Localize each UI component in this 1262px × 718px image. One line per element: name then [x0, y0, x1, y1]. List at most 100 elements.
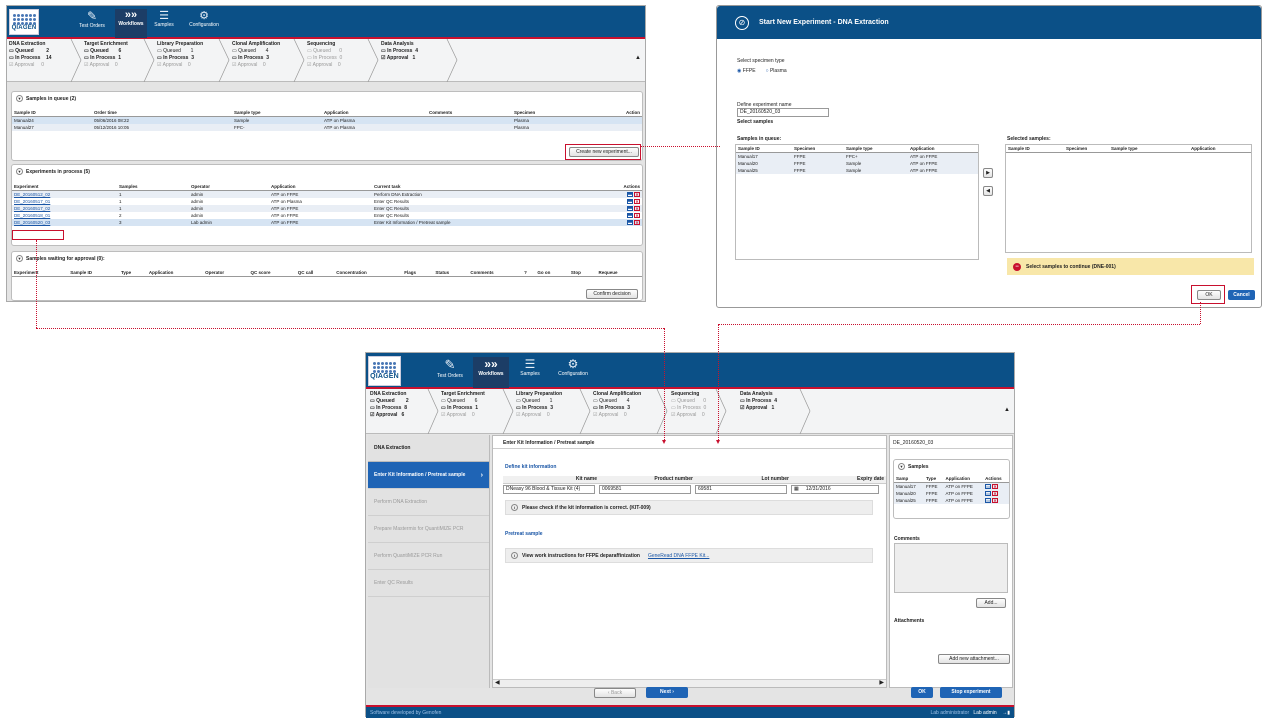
collapse-arrow-icon[interactable]: ▲	[1004, 407, 1010, 413]
stop-experiment-button[interactable]: Stop experiment	[940, 687, 1002, 698]
delete-icon[interactable]: ✕	[992, 491, 999, 496]
cancel-button[interactable]: Cancel	[1228, 290, 1255, 300]
delete-icon[interactable]: ✕	[634, 213, 640, 218]
sidebar-item-enter-kit[interactable]: Enter Kit Information / Pretreat sample ›	[368, 462, 489, 489]
list-item[interactable]: Manual20 FFPE Sample ATP on FFPE	[736, 160, 978, 167]
view-icon[interactable]: ▭	[985, 491, 992, 496]
specimen-label: Select specimen type	[737, 58, 785, 64]
table-row[interactable]: DE_20160517_02 1 admin ATP on FFPE Enter QC …	[12, 205, 642, 212]
nav-samples[interactable]: ☰ Samples	[149, 9, 179, 38]
workflows-icon: »»	[484, 357, 498, 371]
sidebar-item-perform-pcr[interactable]: Perform QuantiMIZE PCR Run	[368, 543, 489, 570]
collapse-icon[interactable]: ▼	[16, 95, 23, 102]
nav-test-orders[interactable]: ✎ Test Orders	[72, 9, 112, 38]
table-row[interactable]: DE_20160520_03 3 Lab admin ATP on FFPE Enter…	[12, 219, 642, 226]
table-row[interactable]: Manual27 05/12/2016 10:05 FPC- ATP on Plasm…	[12, 124, 642, 131]
table-row[interactable]: Manual25 FFPE ATP on FFPE ▭ ✕	[894, 497, 1009, 504]
samples-approval-panel: ▼ Samples waiting for approval (0): Exper…	[11, 251, 643, 301]
logout-icon[interactable]: →▮	[1002, 710, 1010, 716]
experiment-link[interactable]: DE_20160517_02	[14, 206, 50, 211]
attachments-label: Attachments	[894, 618, 925, 624]
list-item[interactable]: Manual25 FFPE Sample ATP on FFPE	[736, 167, 978, 174]
select-samples-label: Select samples	[737, 119, 774, 125]
nav-samples[interactable]: ☰ Samples	[514, 357, 546, 388]
table-row[interactable]: Manual20 FFPE ATP on FFPE ▭ ✕	[894, 490, 1009, 497]
table-row[interactable]: Manual24 05/06/2016 08:22 Sample ATP on Pla…	[12, 116, 642, 124]
folder-icon[interactable]: ▬	[627, 199, 633, 204]
radio-ffpe[interactable]: ◉ FFPE	[737, 68, 756, 74]
experiment-link[interactable]: DE_20160518_01	[14, 213, 50, 218]
generead-link[interactable]: GeneRead DNA FFPE Kit...	[648, 553, 709, 559]
nav-test-orders[interactable]: ✎ Test Orders	[430, 357, 470, 388]
collapse-icon[interactable]: ▼	[898, 463, 905, 470]
list-item[interactable]: Manual17 FFPE FPC+ ATP on FFPE	[736, 152, 978, 160]
lot-number-input[interactable]: 69581	[695, 485, 787, 494]
samples-icon: ☰	[524, 357, 536, 371]
qiagen-logo: QIAGEN	[368, 356, 401, 386]
experiment-link[interactable]: DE_20160517_01	[14, 199, 50, 204]
delete-icon[interactable]: ✕	[634, 199, 640, 204]
collapse-icon[interactable]: ▼	[16, 255, 23, 262]
highlight-experiment	[12, 230, 64, 240]
footer-role: Lab administrator	[930, 709, 970, 716]
sidebar-item-prepare-mastermix[interactable]: Prepare Mastermix for QuantiMIZE PCR	[368, 516, 489, 543]
ok-button[interactable]: OK	[911, 687, 933, 698]
dialog-header: ⊘ Start New Experiment - DNA Extraction	[717, 6, 1261, 39]
add-attachment-button[interactable]: Add new attachment...	[938, 654, 1010, 664]
delete-icon[interactable]: ✕	[992, 498, 999, 503]
main-panel: Enter Kit Information / Pretreat sample …	[492, 435, 887, 688]
collapse-arrow-icon[interactable]: ▲	[635, 55, 641, 61]
sidebar-item-perform-extraction[interactable]: Perform DNA Extraction	[368, 489, 489, 516]
nav-workflows[interactable]: »» Workflows	[115, 9, 147, 38]
folder-icon[interactable]: ▬	[627, 220, 633, 225]
info-icon: i	[511, 504, 518, 511]
back-button[interactable]: ‹ Back	[594, 688, 636, 698]
nav-configuration[interactable]: ⚙ Configuration	[550, 357, 596, 388]
horizontal-scrollbar[interactable]: ◀ ▶	[493, 679, 886, 687]
workflows-icon: »»	[124, 9, 138, 21]
product-number-input[interactable]: 0069581	[599, 485, 691, 494]
next-button[interactable]: Next ›	[646, 687, 688, 698]
move-left-button[interactable]: ◀	[983, 186, 993, 196]
experiment-link[interactable]: DE_20160512_02	[14, 192, 50, 197]
radio-plasma[interactable]: ○ Plasma	[766, 68, 787, 74]
delete-icon[interactable]: ✕	[634, 206, 640, 211]
folder-icon[interactable]: ▬	[627, 192, 633, 197]
gears-icon: ⚙	[199, 10, 209, 22]
table-row[interactable]: Manual17 FFPE ATP on FFPE ▭ ✕	[894, 482, 1009, 490]
connector-ok-horizontal	[718, 324, 1200, 325]
task-header: Enter Kit Information / Pretreat sample	[493, 436, 886, 449]
move-right-button[interactable]: ▶	[983, 168, 993, 178]
samples-box: ▼ Samples Samp Type Application Actions Manu…	[893, 459, 1010, 519]
view-icon[interactable]: ▭	[985, 484, 992, 489]
add-comment-button[interactable]: Add...	[976, 598, 1006, 608]
sidebar-item-enter-qc[interactable]: Enter QC Results	[368, 570, 489, 597]
clipboard-icon: ✎	[86, 9, 98, 23]
nav-workflows[interactable]: »» Workflows	[473, 357, 509, 388]
experiment-name-input[interactable]: DE_20160520_03	[737, 108, 829, 117]
view-icon[interactable]: ▭	[985, 498, 992, 503]
comments-label: Comments	[894, 536, 920, 542]
expiry-date-input[interactable]: ▦ 12/31/2016	[791, 485, 879, 494]
workflow-detail-screen: QIAGEN ✎ Test Orders »» Workflows ☰ Samples…	[365, 352, 1015, 718]
new-experiment-dialog: ⊘ Start New Experiment - DNA Extraction …	[716, 5, 1262, 308]
experiment-link[interactable]: DE_20160520_03	[14, 220, 50, 225]
folder-icon[interactable]: ▬	[627, 206, 633, 211]
table-row[interactable]: DE_20160517_01 1 admin ATP on Plasma Enter Q…	[12, 198, 642, 205]
comments-textarea[interactable]	[894, 543, 1008, 593]
delete-icon[interactable]: ✕	[634, 220, 640, 225]
table-row[interactable]: DE_20160518_01 2 admin ATP on FFPE Enter QC …	[12, 212, 642, 219]
connector-create-to-dialog	[640, 146, 720, 147]
folder-icon[interactable]: ▬	[627, 213, 633, 218]
calendar-icon[interactable]: ▦	[794, 486, 799, 492]
collapse-icon[interactable]: ▼	[16, 168, 23, 175]
queue-title: Samples in queue (2)	[26, 95, 77, 102]
delete-icon[interactable]: ✕	[992, 484, 999, 489]
warning-banner: − Select samples to continue (DNE-001)	[1007, 258, 1254, 275]
nav-configuration[interactable]: ⚙ Configuration	[183, 9, 225, 38]
delete-icon[interactable]: ✕	[634, 192, 640, 197]
kit-name-input[interactable]: DNeasy 96 Blood & Tissue Kit (4)	[503, 485, 595, 494]
confirm-decision-button[interactable]: Confirm decision	[586, 289, 638, 299]
table-row[interactable]: DE_20160512_02 1 admin ATP on FFPE Perform D…	[12, 190, 642, 198]
sidebar-header: DNA Extraction	[368, 435, 489, 462]
